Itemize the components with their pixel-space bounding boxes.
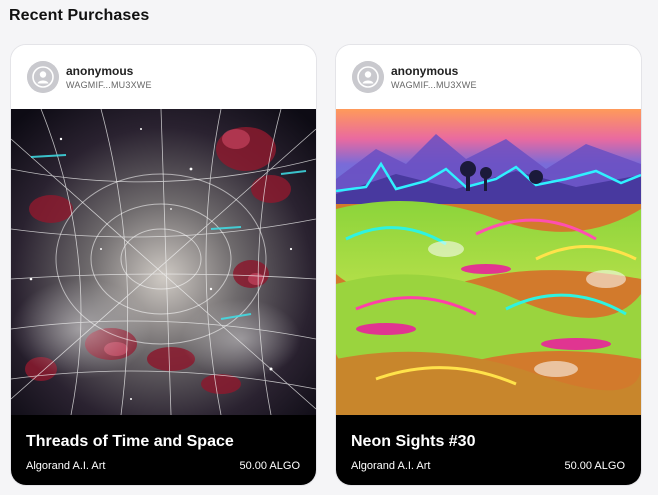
card-footer: Threads of Time and Space Algorand A.I. … — [11, 415, 316, 485]
user-address: WAGMIF...MU3XWE — [391, 80, 477, 90]
section-title: Recent Purchases — [9, 7, 150, 24]
nft-card[interactable]: anonymous WAGMIF...MU3XWE — [10, 44, 317, 486]
user-avatar-icon[interactable] — [352, 61, 384, 93]
user-name[interactable]: anonymous — [391, 64, 458, 78]
card-header: anonymous WAGMIF...MU3XWE — [11, 45, 316, 109]
nft-title[interactable]: Threads of Time and Space — [26, 433, 234, 451]
user-avatar-icon[interactable] — [27, 61, 59, 93]
card-header: anonymous WAGMIF...MU3XWE — [336, 45, 641, 109]
nft-card[interactable]: anonymous WAGMIF...MU3XWE — [335, 44, 642, 486]
nft-title[interactable]: Neon Sights #30 — [351, 433, 475, 451]
card-footer: Neon Sights #30 Algorand A.I. Art 50.00 … — [336, 415, 641, 485]
collection-name[interactable]: Algorand A.I. Art — [351, 460, 431, 472]
recent-purchases-page: Recent Purchases anonymous WAGMIF...MU3X… — [0, 0, 658, 495]
user-address: WAGMIF...MU3XWE — [66, 80, 152, 90]
price-label: 50.00 ALGO — [239, 460, 300, 472]
price-label: 50.00 ALGO — [564, 460, 625, 472]
user-name[interactable]: anonymous — [66, 64, 133, 78]
nft-artwork-image[interactable] — [11, 109, 316, 415]
collection-name[interactable]: Algorand A.I. Art — [26, 460, 106, 472]
nft-artwork-image[interactable] — [336, 109, 641, 415]
